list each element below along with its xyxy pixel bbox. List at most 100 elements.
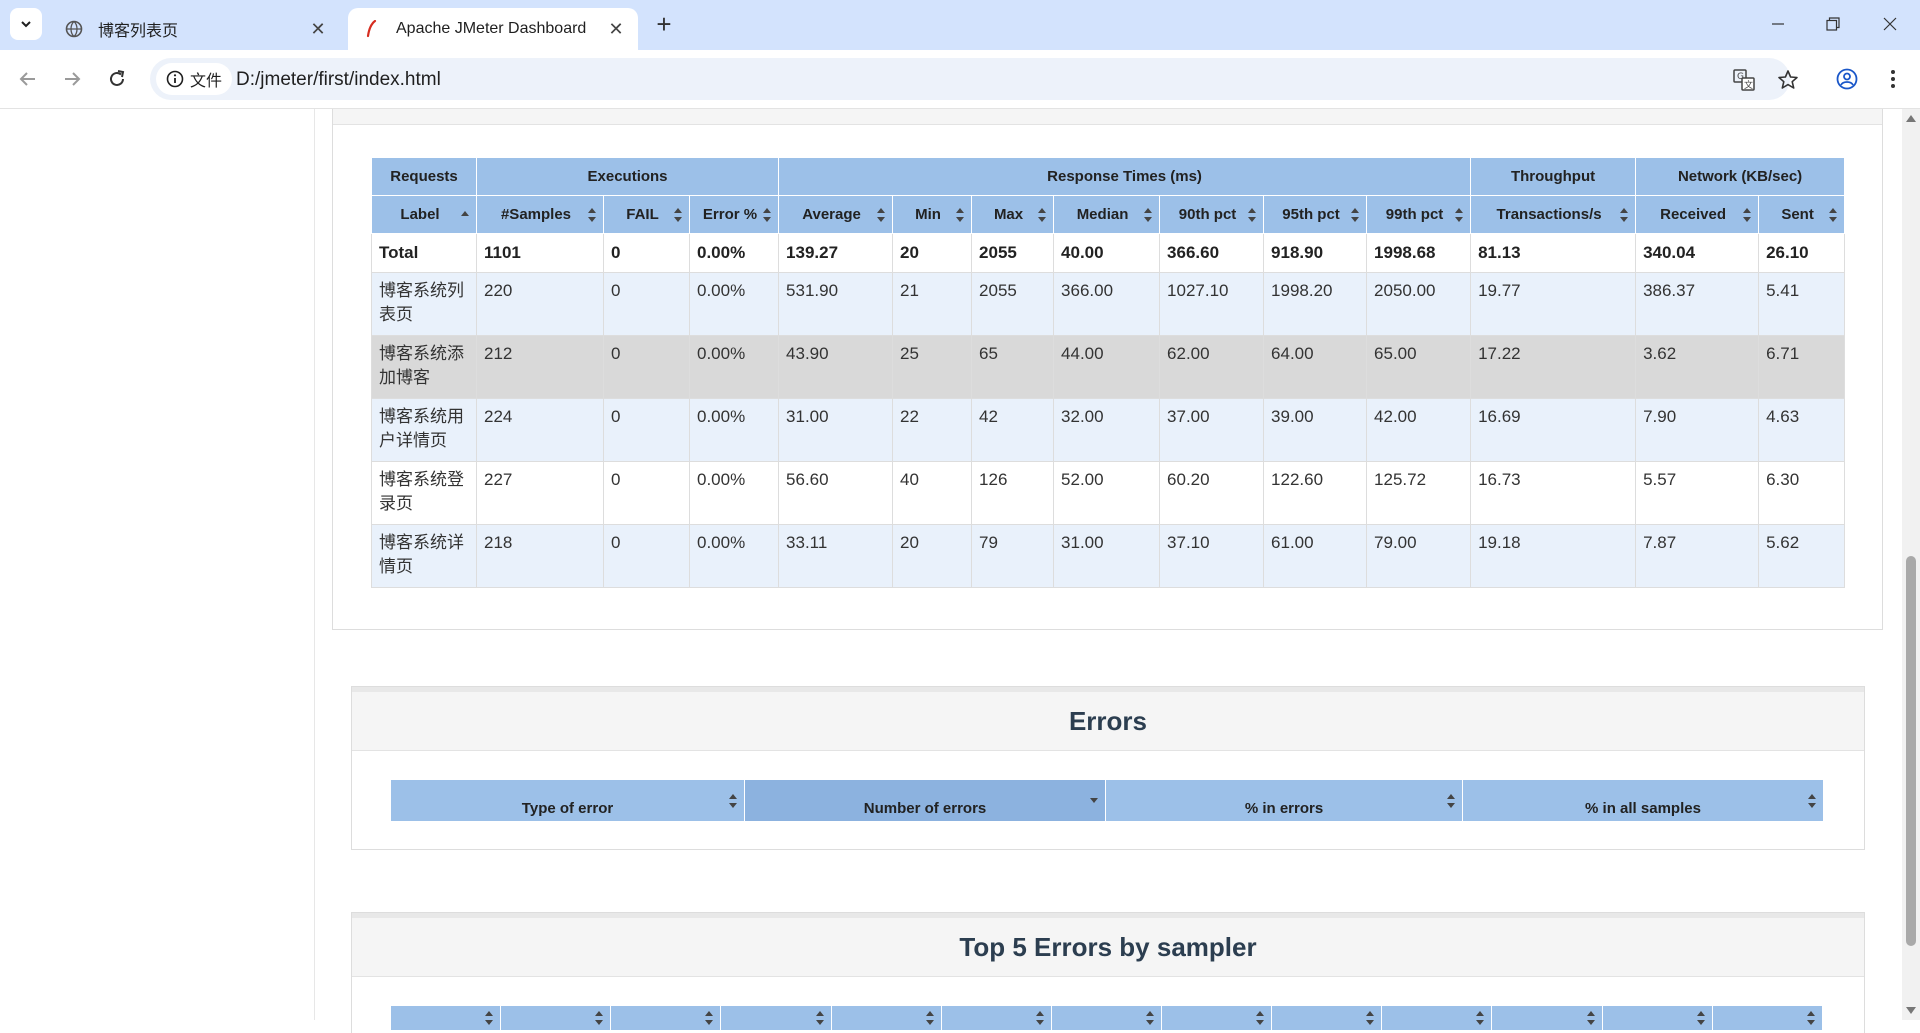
- translate-button[interactable]: G文: [1732, 68, 1756, 92]
- jmeter-feather-icon: [362, 19, 382, 39]
- menu-button[interactable]: [1877, 63, 1909, 95]
- chevron-down-icon: [21, 21, 31, 28]
- new-tab-button[interactable]: +: [650, 8, 678, 39]
- table-row: 博客系统用户详情页 224 0 0.00% 31.00 22 42 32.00 37.00 39.…: [371, 398, 1846, 462]
- minimize-button[interactable]: [1758, 8, 1798, 40]
- statistics-panel-header: [333, 109, 1882, 125]
- table-cell: 37.00: [1159, 398, 1265, 462]
- table-cell: 6.71: [1758, 335, 1846, 399]
- table-cell: 60.20: [1159, 461, 1265, 525]
- column-header-median[interactable]: Median: [1053, 195, 1161, 234]
- column-header-fail[interactable]: FAIL: [603, 195, 690, 234]
- column-header-sent[interactable]: Sent: [1758, 195, 1846, 234]
- column-header-min[interactable]: Min: [892, 195, 973, 234]
- table-cell: 0: [603, 524, 690, 588]
- forward-button[interactable]: [56, 63, 88, 95]
- close-icon[interactable]: ✕: [606, 19, 626, 39]
- column-header-number-of-errors[interactable]: Number of errors: [744, 779, 1106, 822]
- sort-icon: [1807, 1011, 1815, 1025]
- table-cell: 0: [603, 233, 690, 273]
- scrollbar-thumb[interactable]: [1906, 556, 1916, 946]
- column-header[interactable]: [1491, 1005, 1603, 1031]
- column-header-max[interactable]: Max: [971, 195, 1055, 234]
- sort-icon: [1455, 207, 1464, 222]
- url-text[interactable]: D:/jmeter/first/index.html: [236, 69, 441, 91]
- minimize-icon: [1772, 23, 1784, 25]
- table-cell: 65.00: [1366, 335, 1472, 399]
- tab-jmeter-dashboard[interactable]: Apache JMeter Dashboard ✕: [348, 8, 638, 50]
- table-cell: 62.00: [1159, 335, 1265, 399]
- tab-search-button[interactable]: [10, 8, 42, 40]
- scroll-down-icon[interactable]: [1906, 1007, 1916, 1014]
- close-icon: [1883, 17, 1897, 31]
- column-header-text: Transactions/s: [1496, 206, 1602, 223]
- column-header-90th-pct[interactable]: 90th pct: [1159, 195, 1265, 234]
- table-cell: 52.00: [1053, 461, 1161, 525]
- column-header[interactable]: [1271, 1005, 1383, 1031]
- column-header-95th-pct[interactable]: 95th pct: [1263, 195, 1368, 234]
- table-cell: 56.60: [778, 461, 894, 525]
- column-header[interactable]: [830, 1005, 942, 1031]
- bookmark-button[interactable]: [1776, 68, 1800, 92]
- column-header[interactable]: [610, 1005, 722, 1031]
- site-info-chip[interactable]: 文件: [156, 63, 233, 95]
- group-header-response-times: Response Times (ms): [778, 157, 1472, 196]
- restore-button[interactable]: [1813, 8, 1853, 40]
- column-header-row: Label #Samples FAIL Error % Average Min …: [371, 195, 1846, 234]
- column-header-text: Sent: [1781, 206, 1814, 223]
- page-scrollbar[interactable]: [1902, 109, 1920, 1020]
- table-cell: 5.62: [1758, 524, 1846, 588]
- column-header-pct-in-all-samples[interactable]: % in all samples: [1462, 779, 1824, 822]
- table-cell: 5.41: [1758, 272, 1846, 336]
- column-header-samples[interactable]: #Samples: [476, 195, 604, 234]
- table-cell: 2055: [971, 272, 1055, 336]
- column-header-type-of-error[interactable]: Type of error: [390, 779, 745, 822]
- table-cell: Total: [371, 233, 477, 273]
- group-header-network: Network (KB/sec): [1635, 157, 1846, 196]
- table-cell: 2055: [971, 233, 1055, 273]
- profile-button[interactable]: [1831, 63, 1863, 95]
- column-header-error-pct[interactable]: Error %: [688, 195, 780, 234]
- plus-icon: +: [656, 8, 672, 39]
- sort-icon: [877, 207, 886, 222]
- table-cell: 0.00%: [688, 335, 780, 399]
- column-header-transactions[interactable]: Transactions/s: [1470, 195, 1637, 234]
- table-cell: 224: [476, 398, 604, 462]
- column-header[interactable]: [1381, 1005, 1493, 1031]
- tab-title: Apache JMeter Dashboard: [396, 20, 587, 37]
- column-header[interactable]: [720, 1005, 832, 1031]
- column-header[interactable]: [1160, 1005, 1273, 1031]
- window-close-button[interactable]: [1870, 8, 1910, 40]
- sort-icon: [1256, 1011, 1265, 1025]
- table-cell: 366.60: [1159, 233, 1265, 273]
- column-header[interactable]: [500, 1005, 612, 1031]
- table-cell: 0: [603, 335, 690, 399]
- column-header-text: Label: [400, 206, 440, 223]
- scroll-up-icon[interactable]: [1906, 115, 1916, 122]
- column-header-text: 90th pct: [1178, 206, 1237, 223]
- column-header[interactable]: [1050, 1005, 1162, 1031]
- column-header[interactable]: [1601, 1005, 1713, 1031]
- back-button[interactable]: [12, 63, 44, 95]
- column-header-pct-in-errors[interactable]: % in errors: [1105, 779, 1463, 822]
- table-cell: 37.10: [1159, 524, 1265, 588]
- errors-panel-title: Errors: [352, 687, 1864, 751]
- sort-icon: [1447, 793, 1455, 808]
- column-header-99th-pct[interactable]: 99th pct: [1366, 195, 1472, 234]
- column-header[interactable]: [1711, 1005, 1824, 1031]
- reload-icon: [110, 70, 125, 86]
- table-cell: 3.62: [1635, 335, 1760, 399]
- column-header-label[interactable]: Label: [371, 195, 477, 234]
- tab-blog-list[interactable]: 博客列表页 ✕: [50, 8, 340, 50]
- close-icon[interactable]: ✕: [308, 19, 328, 39]
- address-bar[interactable]: 文件 D:/jmeter/first/index.html G文: [150, 58, 1798, 100]
- column-header[interactable]: [940, 1005, 1052, 1031]
- reload-button[interactable]: [101, 63, 133, 95]
- column-header[interactable]: [389, 1005, 502, 1031]
- errors-header-row: Type of error Number of errors % in erro…: [390, 779, 1824, 822]
- column-header-average[interactable]: Average: [778, 195, 894, 234]
- column-header-received[interactable]: Received: [1635, 195, 1760, 234]
- sort-icon: [815, 1011, 824, 1025]
- table-cell: 21: [892, 272, 973, 336]
- table-cell: 博客系统列表页: [371, 272, 477, 336]
